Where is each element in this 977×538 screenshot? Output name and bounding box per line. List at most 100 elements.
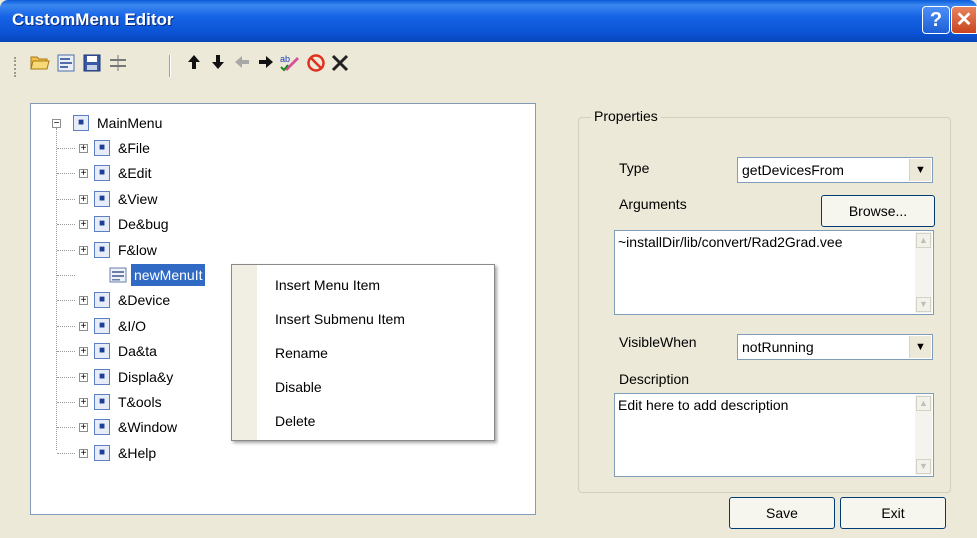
tree-node[interactable]: + ■ De&bug xyxy=(31,213,511,235)
tree-connector xyxy=(57,250,75,251)
tree-connector xyxy=(57,377,75,378)
expand-icon[interactable]: + xyxy=(79,322,88,332)
arrow-up-icon[interactable] xyxy=(182,53,206,77)
close-icon: ✕ xyxy=(955,9,973,31)
tree-connector xyxy=(57,224,75,225)
tree-node-label: &File xyxy=(118,140,150,156)
tree-node-label: &Window xyxy=(118,419,178,435)
expand-icon[interactable]: + xyxy=(79,246,88,256)
description-value: Edit here to add description xyxy=(618,397,789,413)
spelling-icon[interactable]: ab xyxy=(278,53,302,77)
expand-icon[interactable]: + xyxy=(79,373,88,383)
expand-icon[interactable]: + xyxy=(79,423,88,433)
exit-button[interactable]: Exit xyxy=(840,497,946,529)
separator-icon[interactable] xyxy=(106,53,130,77)
tree-node[interactable]: + ■ F&low xyxy=(31,239,511,261)
arguments-value: ~installDir/lib/convert/Rad2Grad.vee xyxy=(618,234,843,250)
context-menu: Insert Menu Item Insert Submenu Item Ren… xyxy=(231,264,495,441)
lock-icon: ■ xyxy=(94,318,110,334)
arguments-field[interactable]: ~installDir/lib/convert/Rad2Grad.vee ▲ ▼ xyxy=(614,230,934,315)
properties-title: Properties xyxy=(591,108,661,124)
context-menu-item-rename[interactable]: Rename xyxy=(275,345,328,361)
scroll-down-icon[interactable]: ▼ xyxy=(916,297,931,312)
lock-icon: ■ xyxy=(94,445,110,461)
lock-icon: ■ xyxy=(73,115,89,131)
description-scrollbar[interactable]: ▲ ▼ xyxy=(915,395,932,475)
arguments-scrollbar[interactable]: ▲ ▼ xyxy=(915,232,932,313)
type-label: Type xyxy=(619,160,650,176)
context-menu-item-insert-menu-item[interactable]: Insert Menu Item xyxy=(275,277,380,293)
expand-icon[interactable]: + xyxy=(79,144,88,154)
collapse-icon[interactable]: − xyxy=(52,119,61,129)
scroll-up-icon[interactable]: ▲ xyxy=(916,396,931,411)
disable-icon[interactable] xyxy=(304,53,328,77)
lock-icon: ■ xyxy=(94,140,110,156)
tree-node-label: MainMenu xyxy=(97,115,163,131)
context-menu-item-disable[interactable]: Disable xyxy=(275,379,322,395)
delete-icon[interactable] xyxy=(328,53,352,77)
tree-connector xyxy=(57,275,75,276)
tree-node-label: Displa&y xyxy=(118,369,174,385)
tree-node-label: Da&ta xyxy=(118,343,157,359)
expand-icon[interactable]: + xyxy=(79,398,88,408)
lock-icon: ■ xyxy=(94,242,110,258)
tree-node-label-selected: newMenuIt xyxy=(131,264,206,286)
close-button[interactable]: ✕ xyxy=(951,6,977,34)
tree-connector xyxy=(57,300,75,301)
save-icon[interactable] xyxy=(80,53,104,77)
visible-when-select[interactable]: notRunning ▼ xyxy=(737,334,933,360)
tree-node-label: &Device xyxy=(118,292,171,308)
tree-node[interactable]: + ■ &View xyxy=(31,188,511,210)
properties-icon[interactable] xyxy=(54,53,78,77)
lock-icon: ■ xyxy=(94,394,110,410)
scroll-up-icon[interactable]: ▲ xyxy=(916,233,931,248)
open-folder-icon[interactable] xyxy=(28,53,52,77)
tree-connector xyxy=(57,427,75,428)
tree-node-label: T&ools xyxy=(118,394,162,410)
context-menu-item-insert-submenu-item[interactable]: Insert Submenu Item xyxy=(275,311,405,327)
tree-node[interactable]: + ■ &Edit xyxy=(31,162,511,184)
lock-icon: ■ xyxy=(94,165,110,181)
arrow-down-icon[interactable] xyxy=(206,53,230,77)
lock-icon: ■ xyxy=(94,419,110,435)
expand-icon[interactable]: + xyxy=(79,296,88,306)
chevron-down-icon[interactable]: ▼ xyxy=(909,336,931,358)
toolbar-separator xyxy=(169,55,171,77)
tree-connector xyxy=(57,351,75,352)
save-button[interactable]: Save xyxy=(729,497,835,529)
scroll-down-icon[interactable]: ▼ xyxy=(916,459,931,474)
browse-button[interactable]: Browse... xyxy=(821,195,935,227)
help-button[interactable]: ? xyxy=(922,6,950,34)
menu-item-icon xyxy=(109,267,127,283)
lock-icon: ■ xyxy=(94,191,110,207)
expand-icon[interactable]: + xyxy=(79,220,88,230)
tree-node[interactable]: + ■ &File xyxy=(31,137,511,159)
arguments-label: Arguments xyxy=(619,196,687,212)
visible-when-value: notRunning xyxy=(742,339,814,355)
expand-icon[interactable]: + xyxy=(79,347,88,357)
lock-icon: ■ xyxy=(94,292,110,308)
tree-connector xyxy=(57,173,75,174)
arrow-right-icon[interactable] xyxy=(254,53,278,77)
toolbar-grip[interactable] xyxy=(14,57,19,77)
title-bar: CustomMenu Editor ? ✕ xyxy=(0,0,977,42)
tree-node-label: &I/O xyxy=(118,318,147,334)
description-field[interactable]: Edit here to add description ▲ ▼ xyxy=(614,393,934,477)
chevron-down-icon[interactable]: ▼ xyxy=(909,159,931,181)
expand-icon[interactable]: + xyxy=(79,195,88,205)
tree-connector xyxy=(57,148,75,149)
tree-node[interactable]: + ■ &Help xyxy=(31,442,511,464)
tree-connector xyxy=(57,199,75,200)
tree-connector xyxy=(57,326,75,327)
svg-text:ab: ab xyxy=(280,54,290,64)
type-value: getDevicesFrom xyxy=(742,162,844,178)
expand-icon[interactable]: + xyxy=(79,449,88,459)
tree-node-label: De&bug xyxy=(118,216,169,232)
arrow-left-icon[interactable] xyxy=(230,53,254,77)
tree-connector xyxy=(57,453,75,454)
tree-node-root[interactable]: − ■ MainMenu xyxy=(31,112,511,134)
expand-icon[interactable]: + xyxy=(79,169,88,179)
type-select[interactable]: getDevicesFrom ▼ xyxy=(737,157,933,183)
lock-icon: ■ xyxy=(94,369,110,385)
context-menu-item-delete[interactable]: Delete xyxy=(275,413,315,429)
